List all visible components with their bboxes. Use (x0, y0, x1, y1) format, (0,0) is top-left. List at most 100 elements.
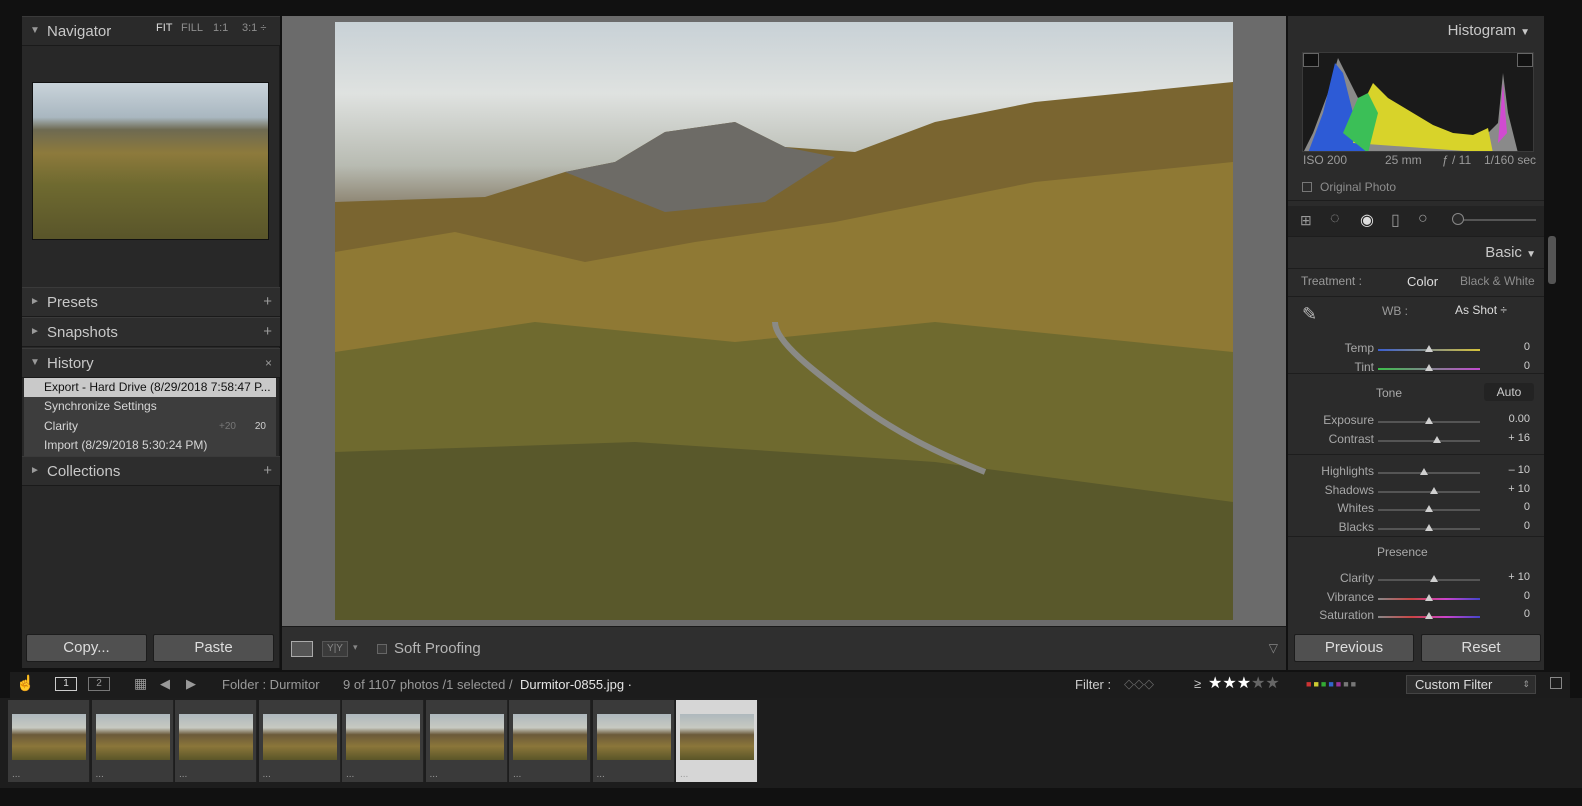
histogram-title[interactable]: Histogram ▼ (1448, 22, 1530, 39)
slider-row-shadows[interactable]: Shadows + 10 (1288, 483, 1544, 501)
rating-stars[interactable]: ★★★★★ (1208, 673, 1280, 693)
add-collection-icon[interactable]: + (263, 462, 272, 479)
navigator-header[interactable]: ▼ Navigator FIT FILL 1:1 3:1 ÷ (22, 16, 280, 46)
history-item[interactable]: Export - Hard Drive (8/29/2018 7:58:47 P… (24, 378, 276, 397)
before-after-icon[interactable]: Y|Y (322, 641, 348, 657)
slider-row-exposure[interactable]: Exposure 0.00 (1288, 413, 1544, 431)
nav-fill[interactable]: FILL (181, 22, 203, 34)
filmstrip-thumbnail[interactable]: ... (91, 700, 174, 782)
add-snapshot-icon[interactable]: + (263, 323, 272, 340)
history-item[interactable]: Clarity +20 20 (24, 417, 276, 436)
wb-picker-icon[interactable]: ✎ (1302, 304, 1317, 325)
slider-track[interactable] (1378, 487, 1480, 494)
histogram[interactable] (1302, 52, 1534, 152)
slider-row-saturation[interactable]: Saturation 0 (1288, 608, 1544, 626)
filmstrip-thumbnail[interactable]: ... (676, 700, 758, 782)
slider-row-clarity[interactable]: Clarity + 10 (1288, 571, 1544, 589)
slider-knob[interactable] (1425, 524, 1433, 531)
graduated-filter-icon[interactable]: ▯ (1391, 210, 1400, 230)
presets-header[interactable]: ► Presets + (22, 287, 280, 317)
slider-row-whites[interactable]: Whites 0 (1288, 501, 1544, 519)
slider-value[interactable]: 0 (1490, 520, 1530, 532)
slider-row-blacks[interactable]: Blacks 0 (1288, 520, 1544, 538)
brush-slider[interactable] (1454, 219, 1536, 221)
spot-removal-icon[interactable]: ◌ (1330, 210, 1340, 228)
slider-value[interactable]: 0 (1490, 360, 1530, 372)
paste-button[interactable]: Paste (153, 634, 274, 662)
custom-filter-select[interactable]: Custom Filter ⇕ (1406, 675, 1536, 694)
slider-row-tint[interactable]: Tint 0 (1288, 360, 1544, 378)
nav-3to1[interactable]: 3:1 ÷ (242, 22, 266, 34)
slider-track[interactable] (1378, 364, 1480, 371)
slider-value[interactable]: 0 (1490, 341, 1530, 353)
filmstrip-thumbnail[interactable]: ... (425, 700, 508, 782)
slider-row-contrast[interactable]: Contrast + 16 (1288, 432, 1544, 450)
main-photo[interactable] (335, 22, 1233, 620)
filmstrip-thumbnail[interactable]: ... (509, 700, 591, 782)
right-panel-scrollbar[interactable] (1548, 236, 1556, 284)
previous-button[interactable]: Previous (1294, 634, 1414, 662)
hand-icon[interactable]: ☝ (16, 674, 35, 692)
filename[interactable]: Durmitor-0855.jpg · (520, 677, 632, 692)
filmstrip-thumbnail[interactable]: ... (592, 700, 675, 782)
slider-knob[interactable] (1425, 612, 1433, 619)
slider-knob[interactable] (1425, 505, 1433, 512)
basic-title[interactable]: Basic ▼ (1485, 244, 1536, 261)
filter-lock-icon[interactable] (1550, 677, 1562, 689)
slider-knob[interactable] (1425, 594, 1433, 601)
back-arrow-icon[interactable]: ◀ (160, 676, 170, 692)
slider-track[interactable] (1378, 505, 1480, 512)
chevron-down-icon[interactable]: ▾ (353, 642, 358, 653)
slider-track[interactable] (1378, 436, 1480, 443)
wb-select[interactable]: As Shot ÷ (1455, 303, 1507, 317)
nav-1to1[interactable]: 1:1 (213, 22, 228, 34)
folder-label[interactable]: Folder : Durmitor (222, 677, 320, 692)
slider-track[interactable] (1378, 417, 1480, 424)
slider-track[interactable] (1378, 468, 1480, 475)
forward-arrow-icon[interactable]: ▶ (186, 676, 196, 692)
slider-value[interactable]: + 10 (1490, 571, 1530, 583)
slider-row-highlights[interactable]: Highlights – 10 (1288, 464, 1544, 482)
toolbar-menu-icon[interactable]: ▽ (1269, 641, 1278, 655)
filmstrip-thumbnail[interactable]: ... (8, 700, 90, 782)
history-item[interactable]: Synchronize Settings (24, 397, 276, 416)
slider-track[interactable] (1378, 594, 1480, 601)
slider-value[interactable]: 0 (1490, 501, 1530, 513)
slider-knob[interactable] (1425, 345, 1433, 352)
slider-track[interactable] (1378, 612, 1480, 619)
slider-knob[interactable] (1425, 417, 1433, 424)
slider-value[interactable]: – 10 (1490, 464, 1530, 476)
history-item[interactable]: Import (8/29/2018 5:30:24 PM) (24, 436, 276, 455)
soft-proofing-checkbox[interactable] (377, 644, 387, 654)
original-photo-checkbox[interactable] (1302, 182, 1312, 192)
slider-value[interactable]: 0 (1490, 608, 1530, 620)
auto-button[interactable]: Auto (1484, 383, 1534, 401)
copy-button[interactable]: Copy... (26, 634, 147, 662)
slider-row-temp[interactable]: Temp 0 (1288, 341, 1544, 359)
primary-display-button[interactable]: 1 (55, 677, 77, 691)
slider-track[interactable] (1378, 575, 1480, 582)
color-label-filter[interactable]: ■■■■■■■ (1306, 679, 1358, 689)
brush-icon[interactable] (1452, 213, 1464, 225)
slider-knob[interactable] (1430, 575, 1439, 582)
slider-track[interactable] (1378, 345, 1480, 352)
crop-icon[interactable]: ⊞ (1300, 212, 1312, 229)
shadow-clipping-toggle[interactable] (1303, 53, 1319, 67)
highlight-clipping-toggle[interactable] (1517, 53, 1533, 67)
reset-button[interactable]: Reset (1421, 634, 1541, 662)
slider-row-vibrance[interactable]: Vibrance 0 (1288, 590, 1544, 608)
red-eye-icon[interactable]: ◉ (1360, 210, 1374, 230)
slider-value[interactable]: + 16 (1490, 432, 1530, 444)
nav-fit[interactable]: FIT (156, 22, 173, 34)
treatment-bw[interactable]: Black & White (1460, 274, 1535, 288)
slider-track[interactable] (1378, 524, 1480, 531)
snapshots-header[interactable]: ► Snapshots + (22, 317, 280, 347)
slider-knob[interactable] (1430, 487, 1439, 494)
rating-operator[interactable]: ≥ (1194, 676, 1201, 691)
filmstrip-thumbnail[interactable]: ... (258, 700, 341, 782)
clear-history-icon[interactable]: × (265, 356, 272, 370)
slider-value[interactable]: 0.00 (1490, 413, 1530, 425)
collections-header[interactable]: ► Collections + (22, 456, 280, 486)
secondary-display-button[interactable]: 2 (88, 677, 110, 691)
loupe-view-icon[interactable] (291, 641, 313, 657)
